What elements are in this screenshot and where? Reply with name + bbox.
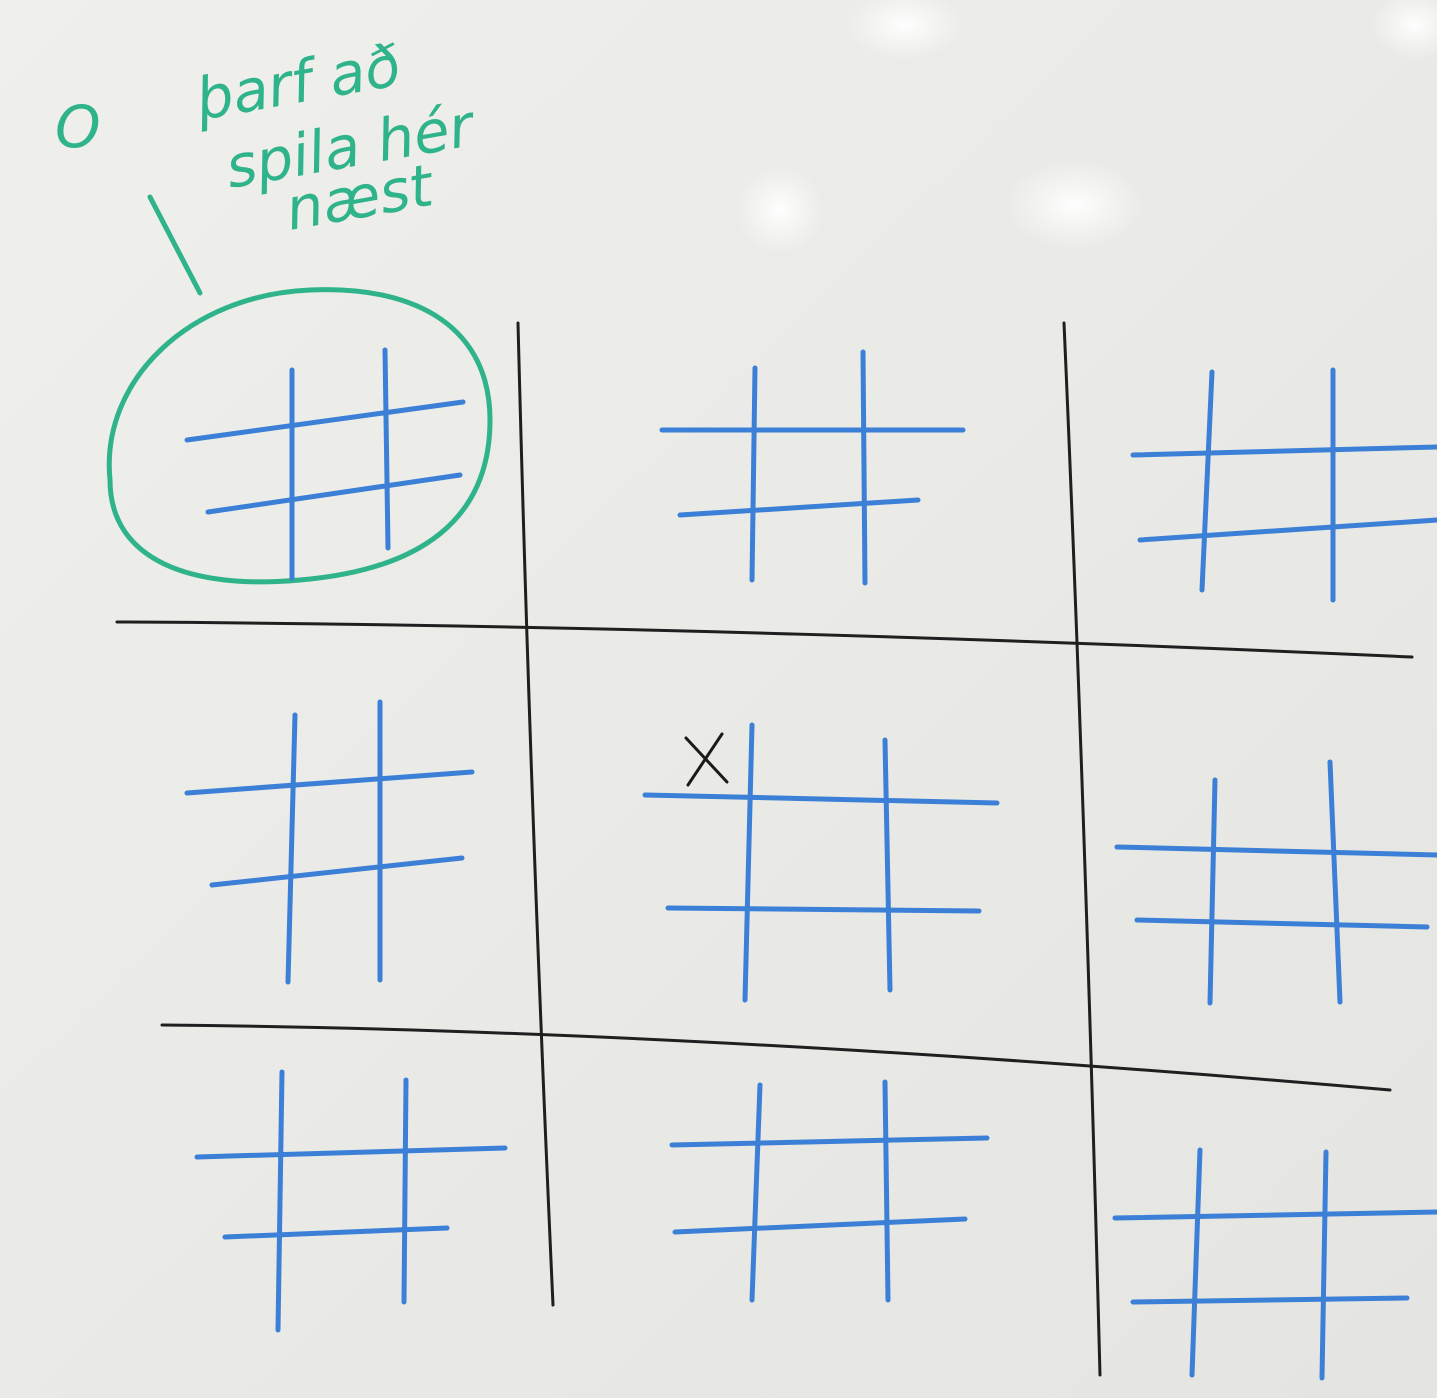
whiteboard-photo: O þarf að spila hér næst	[0, 0, 1437, 1398]
whiteboard-surface	[0, 0, 1437, 1398]
annotation-o-symbol: O	[55, 93, 101, 161]
